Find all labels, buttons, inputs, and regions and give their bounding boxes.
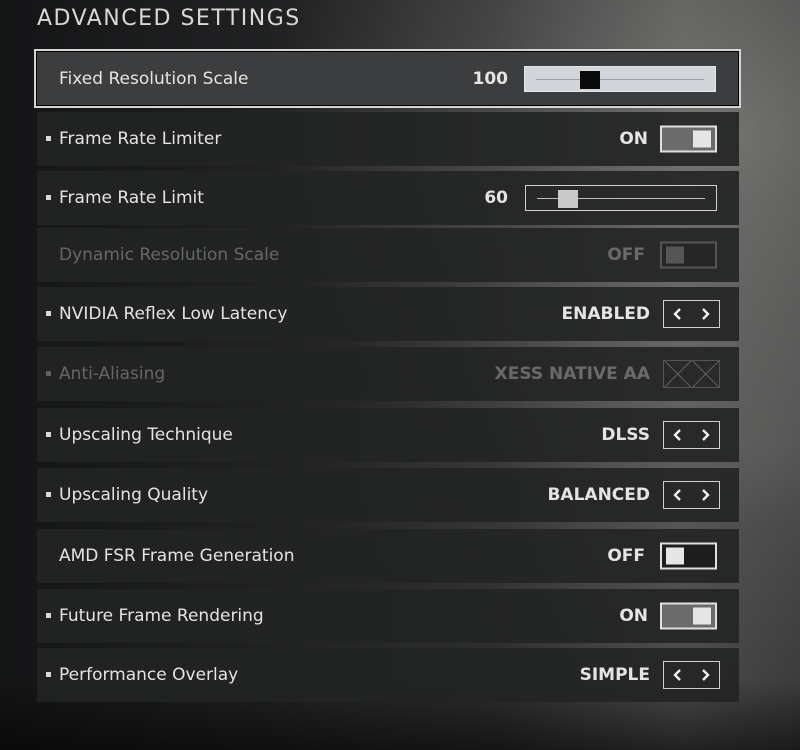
setting-label: Dynamic Resolution Scale (59, 245, 280, 265)
page-title: ADVANCED SETTINGS (37, 6, 301, 31)
cross-icon (691, 361, 719, 387)
nvidia-reflex-selector[interactable] (663, 300, 720, 328)
bullet-icon (46, 672, 51, 677)
row-dynamic-resolution-scale: Dynamic Resolution Scale OFF (37, 228, 739, 282)
bullet-icon (46, 492, 51, 497)
chevron-right-icon[interactable] (692, 662, 720, 688)
row-upscaling-quality[interactable]: Upscaling Quality BALANCED (37, 468, 739, 522)
setting-value: SIMPLE (579, 665, 650, 685)
bullet-icon (46, 195, 51, 200)
bullet-icon (46, 613, 51, 618)
upscaling-quality-selector[interactable] (663, 481, 720, 509)
chevron-left-icon[interactable] (664, 482, 692, 508)
setting-value: BALANCED (547, 485, 650, 505)
frame-rate-limiter-toggle[interactable] (660, 125, 717, 153)
row-amd-fsr-frame-generation[interactable]: AMD FSR Frame Generation OFF (37, 529, 739, 583)
setting-value: ON (619, 129, 648, 149)
row-frame-rate-limiter[interactable]: Frame Rate Limiter ON (37, 112, 739, 166)
row-future-frame-rendering[interactable]: Future Frame Rendering ON (37, 589, 739, 643)
chevron-right-icon[interactable] (692, 301, 720, 327)
bullet-icon (46, 136, 51, 141)
setting-value: 100 (472, 68, 509, 89)
setting-value: OFF (607, 546, 645, 566)
setting-value: 60 (484, 188, 508, 208)
setting-label: Fixed Resolution Scale (59, 68, 249, 89)
setting-value: ENABLED (561, 304, 650, 324)
toggle-knob (666, 547, 684, 565)
setting-value: DLSS (601, 425, 650, 445)
toggle-knob (666, 246, 684, 264)
toggle-knob (693, 607, 711, 625)
chevron-right-icon[interactable] (692, 422, 720, 448)
frame-rate-limit-slider[interactable] (525, 185, 717, 211)
bullet-icon (46, 311, 51, 316)
row-upscaling-technique[interactable]: Upscaling Technique DLSS (37, 408, 739, 462)
chevron-left-icon[interactable] (664, 422, 692, 448)
anti-aliasing-selector-disabled (663, 360, 720, 388)
setting-label: NVIDIA Reflex Low Latency (59, 304, 288, 324)
row-performance-overlay[interactable]: Performance Overlay SIMPLE (37, 648, 739, 702)
slider-thumb[interactable] (557, 190, 578, 208)
dynamic-resolution-scale-toggle (660, 241, 717, 269)
setting-label: Anti-Aliasing (59, 364, 166, 384)
fixed-resolution-scale-slider[interactable] (524, 65, 716, 92)
setting-value: ON (619, 606, 648, 626)
bullet-icon (46, 432, 51, 437)
setting-label: Upscaling Technique (59, 425, 233, 445)
toggle-knob (693, 130, 711, 148)
row-anti-aliasing: Anti-Aliasing XESS NATIVE AA (37, 347, 739, 401)
slider-thumb[interactable] (580, 70, 601, 89)
setting-label: Upscaling Quality (59, 485, 209, 505)
row-nvidia-reflex[interactable]: NVIDIA Reflex Low Latency ENABLED (37, 287, 739, 341)
bullet-icon (46, 371, 51, 376)
setting-value: XESS NATIVE AA (494, 364, 650, 384)
slider-track (536, 78, 704, 80)
future-frame-rendering-toggle[interactable] (660, 602, 717, 630)
performance-overlay-selector[interactable] (663, 661, 720, 689)
upscaling-technique-selector[interactable] (663, 421, 720, 449)
setting-label: AMD FSR Frame Generation (59, 546, 295, 566)
chevron-left-icon[interactable] (664, 301, 692, 327)
row-frame-rate-limit[interactable]: Frame Rate Limit 60 (37, 171, 739, 225)
setting-value: OFF (607, 245, 645, 265)
row-fixed-resolution-scale[interactable]: Fixed Resolution Scale 100 (34, 49, 741, 108)
setting-label: Frame Rate Limiter (59, 129, 222, 149)
cross-icon (664, 361, 692, 387)
setting-label: Future Frame Rendering (59, 606, 264, 626)
setting-label: Frame Rate Limit (59, 188, 204, 208)
amd-fsr-frame-generation-toggle[interactable] (660, 542, 717, 570)
chevron-right-icon[interactable] (692, 482, 720, 508)
setting-label: Performance Overlay (59, 665, 239, 685)
chevron-left-icon[interactable] (664, 662, 692, 688)
